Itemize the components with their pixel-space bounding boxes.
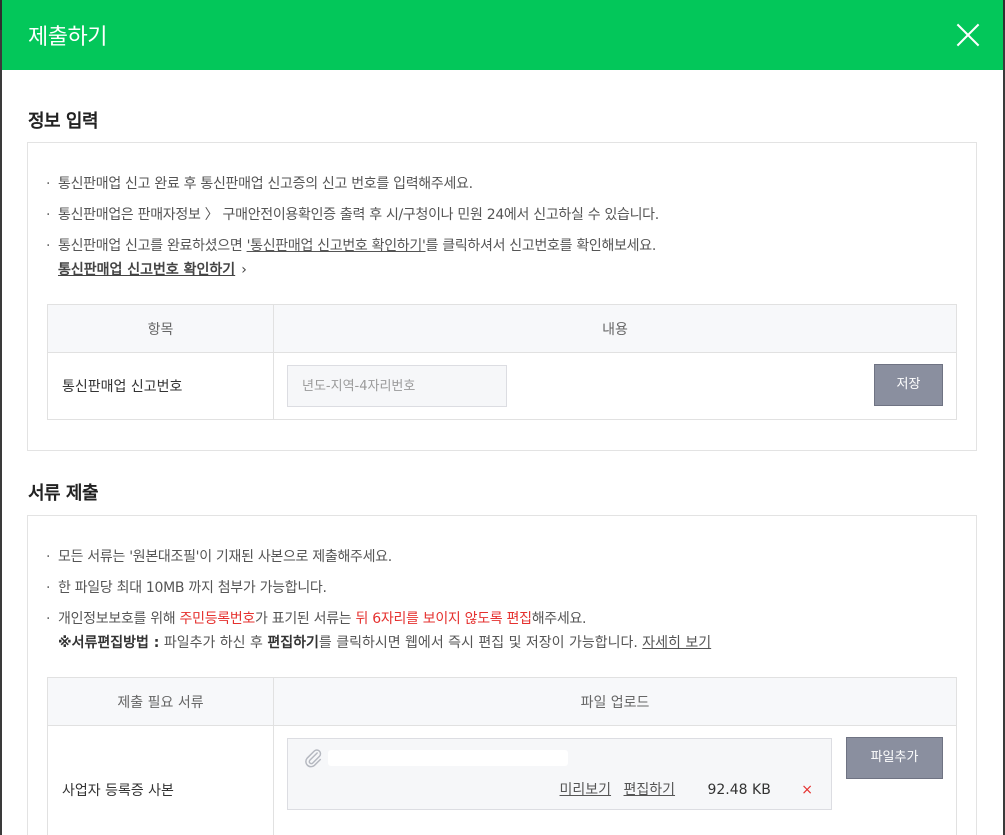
docs-header-doc: 제출 필요 서류 xyxy=(47,677,274,726)
docs-section-box: 모든 서류는 '원본대조필'이 기재된 사본으로 제출해주세요. 한 파일당 최… xyxy=(27,515,977,835)
info-row-content: 저장 xyxy=(273,352,957,420)
docs-row-label: 사업자 등록증 사본 xyxy=(47,725,274,835)
modal-body: 정보 입력 통신판매업 신고 완료 후 통신판매업 신고증의 신고 번호를 입력… xyxy=(2,70,1003,835)
docs-notes: 모든 서류는 '원본대조필'이 기재된 사본으로 제출해주세요. 한 파일당 최… xyxy=(46,546,586,630)
file-size: 92.48 KB xyxy=(707,782,771,798)
docs-note-3-post: 해주세요. xyxy=(531,611,587,627)
info-section-title: 정보 입력 xyxy=(28,111,99,132)
docs-header-upload: 파일 업로드 xyxy=(273,677,957,726)
detail-link[interactable]: 자세히 보기 xyxy=(642,635,711,651)
confirm-number-link-label: 통신판매업 신고번호 확인하기 xyxy=(58,262,236,278)
info-note-2: 통신판매업은 판매자정보 〉 구매안전이용확인증 출력 후 시/구청이나 민원 … xyxy=(46,204,659,235)
docs-note-1: 모든 서류는 '원본대조필'이 기재된 사본으로 제출해주세요. xyxy=(46,546,586,577)
delete-file-icon[interactable]: × xyxy=(801,782,813,798)
docs-note-3-red1: 주민등록번호 xyxy=(179,611,256,627)
info-note-3: 통신판매업 신고를 완료하셨으면 '통신판매업 신고번호 확인하기'를 클릭하셔… xyxy=(46,235,659,257)
docs-note-3-mid: 가 표기된 서류는 xyxy=(255,611,356,627)
edit-method-post: 를 클릭하시면 웹에서 즉시 편집 및 저장이 가능합니다. xyxy=(318,635,643,651)
info-note-3-post: 를 클릭하셔서 신고번호를 확인해보세요. xyxy=(425,238,657,254)
info-header-content: 내용 xyxy=(273,304,957,353)
docs-table: 제출 필요 서류 파일 업로드 사업자 등록증 사본 미리보기 편집하기 92.… xyxy=(47,677,957,835)
info-row-label: 통신판매업 신고번호 xyxy=(47,352,274,420)
report-number-input[interactable] xyxy=(287,365,507,407)
modal-title: 제출하기 xyxy=(28,25,107,50)
edit-link[interactable]: 편집하기 xyxy=(624,782,676,798)
submit-modal: 제출하기 정보 입력 통신판매업 신고 완료 후 통신판매업 신고증의 신고 번… xyxy=(2,0,1003,835)
file-name-redacted xyxy=(328,750,568,766)
confirm-inline-link[interactable]: '통신판매업 신고번호 확인하기' xyxy=(247,238,426,254)
add-file-button[interactable]: 파일추가 xyxy=(846,737,943,779)
info-notes: 통신판매업 신고 완료 후 통신판매업 신고증의 신고 번호를 입력해주세요. … xyxy=(46,173,659,257)
save-button[interactable]: 저장 xyxy=(874,364,943,406)
docs-note-3-pre: 개인정보보호를 위해 xyxy=(58,611,180,627)
close-icon[interactable] xyxy=(955,22,981,48)
chevron-right-icon: › xyxy=(241,262,247,278)
edit-method-bold: 편집하기 xyxy=(267,635,319,651)
edit-method-label: ※서류편집방법 : xyxy=(58,635,160,651)
info-note-1: 통신판매업 신고 완료 후 통신판매업 신고증의 신고 번호를 입력해주세요. xyxy=(46,173,659,204)
info-header-item: 항목 xyxy=(47,304,274,353)
edit-method-line: ※서류편집방법 : 파일추가 하신 후 편집하기를 클릭하시면 웹에서 즉시 편… xyxy=(46,632,711,656)
paperclip-icon xyxy=(305,749,322,768)
modal-header: 제출하기 xyxy=(2,0,1003,70)
info-section-box: 통신판매업 신고 완료 후 통신판매업 신고증의 신고 번호를 입력해주세요. … xyxy=(27,142,977,451)
preview-link[interactable]: 미리보기 xyxy=(560,782,612,798)
uploaded-file-box: 미리보기 편집하기 92.48 KB × xyxy=(287,738,832,810)
docs-note-3: 개인정보보호를 위해 주민등록번호가 표기된 서류는 뒤 6자리를 보이지 않도… xyxy=(46,608,586,630)
file-actions: 미리보기 편집하기 92.48 KB × xyxy=(552,779,813,799)
docs-note-3-red2: 뒤 6자리를 보이지 않도록 편집 xyxy=(355,611,532,627)
info-note-3-text: 통신판매업 신고를 완료하셨으면 xyxy=(58,238,247,254)
edit-method-pre: 파일추가 하신 후 xyxy=(159,635,268,651)
docs-section-title: 서류 제출 xyxy=(28,483,99,504)
docs-note-2: 한 파일당 최대 10MB 까지 첨부가 가능합니다. xyxy=(46,577,586,608)
docs-row-upload: 미리보기 편집하기 92.48 KB × 파일추가 xyxy=(273,725,957,835)
confirm-number-link[interactable]: 통신판매업 신고번호 확인하기 › xyxy=(46,259,247,281)
info-table: 항목 내용 통신판매업 신고번호 저장 xyxy=(47,304,957,420)
